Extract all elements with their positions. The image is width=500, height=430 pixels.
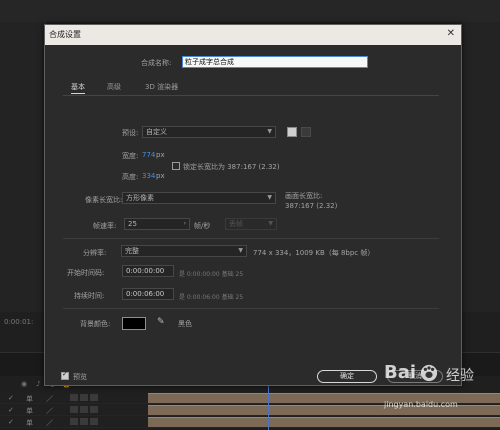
preview-checkbox[interactable] xyxy=(61,370,69,380)
tab-divider xyxy=(63,95,439,96)
shy-icon[interactable]: 单 xyxy=(26,394,33,404)
switch-box[interactable] xyxy=(70,406,78,413)
switch-box[interactable] xyxy=(90,406,98,413)
width-label: 宽度: xyxy=(122,152,139,160)
frame-aspect-label: 画面长宽比: xyxy=(285,192,323,200)
background-color-label: 背景颜色: xyxy=(80,320,111,328)
resolution-label: 分辨率: xyxy=(83,249,107,257)
section-divider xyxy=(63,308,439,309)
chevron-down-icon: ▼ xyxy=(268,220,273,227)
quality-icon[interactable]: ／ xyxy=(46,394,53,404)
start-timecode-note: 是 0:00:00:00 基础 25 xyxy=(179,271,244,278)
ok-button[interactable]: 确定 xyxy=(317,370,377,383)
dialog-titlebar[interactable]: 合成设置 ✕ xyxy=(45,25,461,45)
dialog-body: 合成名称: 基本 高级 3D 渲染器 预设: 自定义 ▼ 宽度: 774 px … xyxy=(45,45,461,385)
start-timecode-label: 开始时间码: xyxy=(67,269,105,277)
composition-name-input[interactable] xyxy=(182,56,368,68)
start-timecode-value: 0:00:00:00 xyxy=(126,267,165,275)
frame-rate-label: 帧速率: xyxy=(93,222,117,230)
resolution-select[interactable]: 完整 ▼ xyxy=(121,245,247,257)
switch-box[interactable] xyxy=(70,418,78,425)
preset-value: 自定义 xyxy=(146,128,167,136)
shy-icon[interactable]: 单 xyxy=(26,406,33,416)
tab-basic[interactable]: 基本 xyxy=(71,82,85,94)
save-preset-icon[interactable] xyxy=(287,127,297,137)
dialog-title: 合成设置 xyxy=(49,30,81,39)
chevron-right-icon: › xyxy=(183,220,186,227)
baidu-jingyan-watermark: Bai 经验 jingyan.baidu.com xyxy=(384,362,498,424)
duration-note: 是 0:00:06:00 基础 25 xyxy=(179,294,244,301)
tab-3d-renderer[interactable]: 3D 渲染器 xyxy=(145,82,178,92)
section-divider xyxy=(63,238,439,239)
chevron-down-icon: ▼ xyxy=(238,247,243,254)
app-top-strip xyxy=(0,0,500,22)
quality-icon[interactable]: ／ xyxy=(46,418,53,428)
preview-label: 预览 xyxy=(73,373,87,381)
height-value[interactable]: 334 xyxy=(142,172,155,180)
visibility-icon[interactable]: ✓ xyxy=(8,418,14,426)
chevron-down-icon: ▼ xyxy=(267,194,272,201)
visibility-icon[interactable]: ✓ xyxy=(8,394,14,402)
height-label: 高度: xyxy=(122,173,139,181)
start-timecode-input[interactable]: 0:00:00:00 xyxy=(122,265,174,277)
switch-box[interactable] xyxy=(90,394,98,401)
duration-label: 持续时间: xyxy=(74,292,105,300)
duration-value: 0:00:06:00 xyxy=(126,290,165,298)
drop-frame-value: 丢帧 xyxy=(229,220,243,228)
project-panel xyxy=(0,22,46,312)
tab-advanced[interactable]: 高级 xyxy=(107,82,121,92)
width-unit: px xyxy=(156,151,165,159)
chevron-down-icon: ▼ xyxy=(267,128,272,135)
baidu-paw-icon xyxy=(420,364,438,382)
right-panel xyxy=(462,22,500,312)
audio-switch-icon[interactable]: ♪ xyxy=(32,380,44,388)
pixel-aspect-value: 方形像素 xyxy=(126,194,154,202)
preset-label: 预设: xyxy=(122,129,139,137)
switch-box[interactable] xyxy=(80,406,88,413)
composition-settings-dialog: 合成设置 ✕ 合成名称: 基本 高级 3D 渲染器 预设: 自定义 ▼ 宽度: … xyxy=(44,24,462,386)
width-value[interactable]: 774 xyxy=(142,151,155,159)
resolution-value: 完整 xyxy=(125,247,139,255)
eyedropper-icon[interactable]: ✎ xyxy=(157,317,165,327)
switch-box[interactable] xyxy=(70,394,78,401)
video-switch-icon[interactable]: ◉ xyxy=(18,380,30,388)
frame-rate-unit: 帧/秒 xyxy=(194,222,211,230)
timeline-timecode[interactable]: 0:00:01: xyxy=(4,318,33,326)
delete-preset-icon[interactable] xyxy=(301,127,311,137)
pixel-aspect-select[interactable]: 方形像素 ▼ xyxy=(122,192,276,204)
composition-name-label: 合成名称: xyxy=(141,59,172,67)
shy-icon[interactable]: 单 xyxy=(26,418,33,428)
switch-box[interactable] xyxy=(80,394,88,401)
height-unit: px xyxy=(156,172,165,180)
close-icon[interactable]: ✕ xyxy=(447,28,455,40)
visibility-icon[interactable]: ✓ xyxy=(8,406,14,414)
drop-frame-select: 丢帧 ▼ xyxy=(225,218,277,230)
frame-rate-value: 25 xyxy=(128,220,137,228)
quality-icon[interactable]: ／ xyxy=(46,406,53,416)
watermark-jingyan-text: 经验 xyxy=(446,368,474,384)
switch-box[interactable] xyxy=(80,418,88,425)
duration-input[interactable]: 0:00:06:00 xyxy=(122,288,174,300)
pixel-aspect-label: 像素长宽比: xyxy=(85,196,123,204)
lock-aspect-label: 锁定长宽比为 387:167 (2.32) xyxy=(183,163,280,171)
frame-rate-select[interactable]: 25 › xyxy=(124,218,190,230)
watermark-url: jingyan.baidu.com xyxy=(384,400,458,409)
background-color-swatch[interactable] xyxy=(122,317,146,330)
switch-box[interactable] xyxy=(90,418,98,425)
background-color-name: 黑色 xyxy=(178,320,192,328)
watermark-logo-text: Bai xyxy=(384,362,417,383)
resolution-info: 774 x 334，1009 KB（每 8bpc 帧） xyxy=(253,249,375,257)
preset-select[interactable]: 自定义 ▼ xyxy=(142,126,276,138)
frame-aspect-value: 387:167 (2.32) xyxy=(285,202,338,210)
lock-aspect-checkbox[interactable] xyxy=(172,162,180,170)
